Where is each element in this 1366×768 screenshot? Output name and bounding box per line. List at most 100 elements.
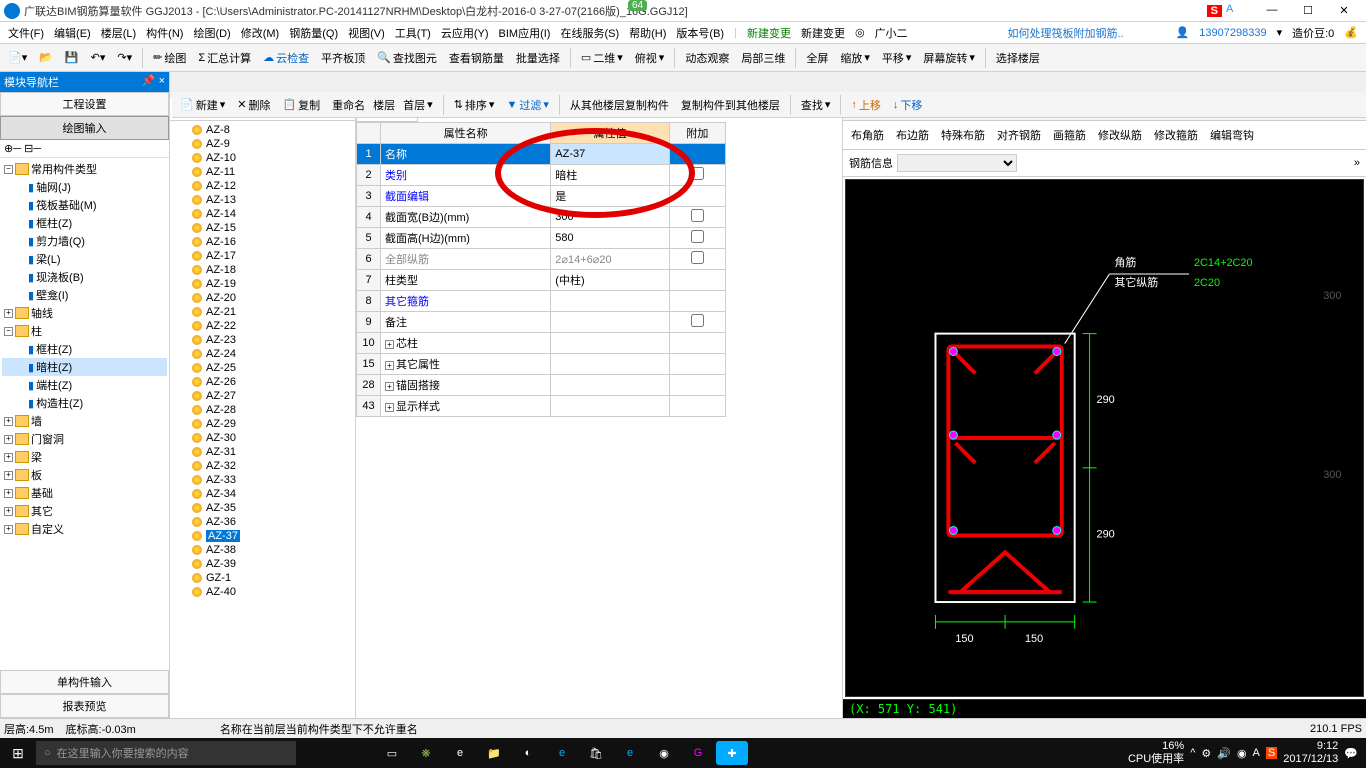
property-row[interactable]: 2类别暗柱 <box>357 165 726 186</box>
component-item[interactable]: AZ-40 <box>172 585 353 599</box>
component-item[interactable]: GZ-1 <box>172 571 353 585</box>
component-item[interactable]: AZ-12 <box>172 179 353 193</box>
section-tab[interactable]: 编辑弯钩 <box>1208 125 1256 145</box>
tree-item[interactable]: ▮现浇板(B) <box>2 268 167 286</box>
menu-edit[interactable]: 编辑(E) <box>50 23 95 43</box>
section-tab[interactable]: 特殊布筋 <box>939 125 987 145</box>
component-item[interactable]: AZ-30 <box>172 431 353 445</box>
component-item[interactable]: AZ-27 <box>172 389 353 403</box>
explorer-icon[interactable]: 📁 <box>478 741 510 765</box>
ime-icon[interactable]: A <box>1253 747 1260 759</box>
menu-draw[interactable]: 绘图(D) <box>189 23 234 43</box>
section-tab[interactable]: 修改箍筋 <box>1152 125 1200 145</box>
component-item[interactable]: AZ-35 <box>172 501 353 515</box>
filter-button[interactable]: ▼过滤▾ <box>502 95 552 115</box>
menu-view[interactable]: 视图(V) <box>344 23 389 43</box>
property-row[interactable]: 6全部纵筋2⌀14+6⌀20 <box>357 249 726 270</box>
tree-item[interactable]: −柱 <box>2 322 167 340</box>
tree-item[interactable]: ▮轴网(J) <box>2 178 167 196</box>
ime-indicator[interactable]: S <box>1207 5 1222 17</box>
sum-button[interactable]: Σ 汇总计算 <box>194 48 255 68</box>
draw-button[interactable]: ✏绘图 <box>149 48 190 68</box>
tray-icon[interactable]: ◉ <box>1237 747 1247 760</box>
tree-item[interactable]: ▮壁龛(I) <box>2 286 167 304</box>
tree-item[interactable]: +其它 <box>2 502 167 520</box>
floor-select[interactable]: 首层 ▾ <box>399 95 437 115</box>
property-row[interactable]: 15+其它属性 <box>357 354 726 375</box>
menu-help[interactable]: 帮助(H) <box>625 23 670 43</box>
component-item[interactable]: AZ-36 <box>172 515 353 529</box>
local-3d-button[interactable]: 局部三维 <box>737 48 789 68</box>
delete-button[interactable]: ✕删除 <box>233 95 274 115</box>
fullscreen-button[interactable]: 全屏 <box>802 48 832 68</box>
property-row[interactable]: 9备注 <box>357 312 726 333</box>
component-item[interactable]: AZ-20 <box>172 291 353 305</box>
menu-online[interactable]: 在线服务(S) <box>556 23 623 43</box>
collapse-icon[interactable]: ⊟─ <box>24 143 41 155</box>
tree-item[interactable]: +梁 <box>2 448 167 466</box>
new-button[interactable]: 📄新建▾ <box>176 95 229 115</box>
task-view-icon[interactable]: ▭ <box>376 741 408 765</box>
store-icon[interactable]: 🛍 <box>580 741 612 765</box>
edge-icon[interactable]: e <box>444 741 476 765</box>
taskbar-app-icon[interactable]: ✚ <box>716 741 748 765</box>
tree-item[interactable]: ▮梁(L) <box>2 250 167 268</box>
tray-up-icon[interactable]: ^ <box>1190 747 1195 759</box>
tree-item[interactable]: ▮筏板基础(M) <box>2 196 167 214</box>
component-item[interactable]: AZ-37 <box>172 529 353 543</box>
expand-icon[interactable]: ⊕─ <box>4 143 21 155</box>
taskbar-app-icon[interactable]: ❋ <box>410 741 442 765</box>
property-row[interactable]: 8其它箍筋 <box>357 291 726 312</box>
volume-icon[interactable]: 🔊 <box>1217 747 1231 760</box>
save-button[interactable]: 💾 <box>61 49 83 66</box>
component-item[interactable]: AZ-29 <box>172 417 353 431</box>
component-item[interactable]: AZ-17 <box>172 249 353 263</box>
component-item[interactable]: AZ-33 <box>172 473 353 487</box>
cpu-meter[interactable]: 16% CPU使用率 <box>1128 740 1184 766</box>
component-item[interactable]: AZ-19 <box>172 277 353 291</box>
flat-button[interactable]: 平齐板顶 <box>317 48 369 68</box>
redo-button[interactable]: ↷▾ <box>113 49 136 66</box>
section-menu-icon[interactable]: » <box>1354 157 1360 169</box>
section-tab[interactable]: 布角筋 <box>849 125 886 145</box>
taskbar-app-icon[interactable]: G <box>682 741 714 765</box>
single-component-button[interactable]: 单构件输入 <box>0 670 169 694</box>
ie-icon[interactable]: e <box>614 741 646 765</box>
tray-icon[interactable]: ⚙ <box>1201 747 1211 760</box>
minimize-button[interactable]: — <box>1254 4 1290 17</box>
section-tab[interactable]: 画箍筋 <box>1051 125 1088 145</box>
component-item[interactable]: AZ-16 <box>172 235 353 249</box>
menu-floor[interactable]: 楼层(L) <box>97 23 140 43</box>
property-row[interactable]: 4截面宽(B边)(mm)300 <box>357 207 726 228</box>
titlebar-icon[interactable]: A <box>1226 3 1242 19</box>
component-item[interactable]: AZ-18 <box>172 263 353 277</box>
open-button[interactable]: 📂 <box>35 49 57 66</box>
section-canvas[interactable]: 角筋 2C14+2C20 其它纵筋 2C20 290 290 150 150 <box>845 179 1364 697</box>
section-tab[interactable]: 对齐钢筋 <box>995 125 1043 145</box>
new-change-label[interactable]: 新建变更 <box>797 23 849 43</box>
user-id[interactable]: 13907298339 <box>1195 25 1270 41</box>
guang-button[interactable]: ◎ <box>851 24 869 41</box>
component-item[interactable]: AZ-21 <box>172 305 353 319</box>
tree-item[interactable]: ▮端柱(Z) <box>2 376 167 394</box>
help-link[interactable]: 如何处理筏板附加钢筋.. <box>1003 23 1127 43</box>
tree-item[interactable]: +基础 <box>2 484 167 502</box>
user-icon[interactable]: 👤 <box>1172 24 1194 41</box>
start-button[interactable]: ⊞ <box>0 745 36 762</box>
property-row[interactable]: 28+锚固搭接 <box>357 375 726 396</box>
clock[interactable]: 9:12 2017/12/13 <box>1283 740 1338 766</box>
component-item[interactable]: AZ-38 <box>172 543 353 557</box>
tree-item[interactable]: −常用构件类型 <box>2 160 167 178</box>
pan-button[interactable]: 平移▾ <box>878 48 916 68</box>
menu-modify[interactable]: 修改(M) <box>237 23 284 43</box>
component-item[interactable]: AZ-31 <box>172 445 353 459</box>
edge-icon[interactable]: e <box>546 741 578 765</box>
menu-bim[interactable]: BIM应用(I) <box>495 23 555 43</box>
project-settings-button[interactable]: 工程设置 <box>0 92 169 116</box>
cloud-check-button[interactable]: ☁云检查 <box>259 48 313 68</box>
maximize-button[interactable]: ☐ <box>1290 4 1326 17</box>
component-item[interactable]: AZ-15 <box>172 221 353 235</box>
ime-sogou-icon[interactable]: S <box>1266 747 1277 759</box>
menu-tool[interactable]: 工具(T) <box>391 23 435 43</box>
tree-item[interactable]: +自定义 <box>2 520 167 538</box>
